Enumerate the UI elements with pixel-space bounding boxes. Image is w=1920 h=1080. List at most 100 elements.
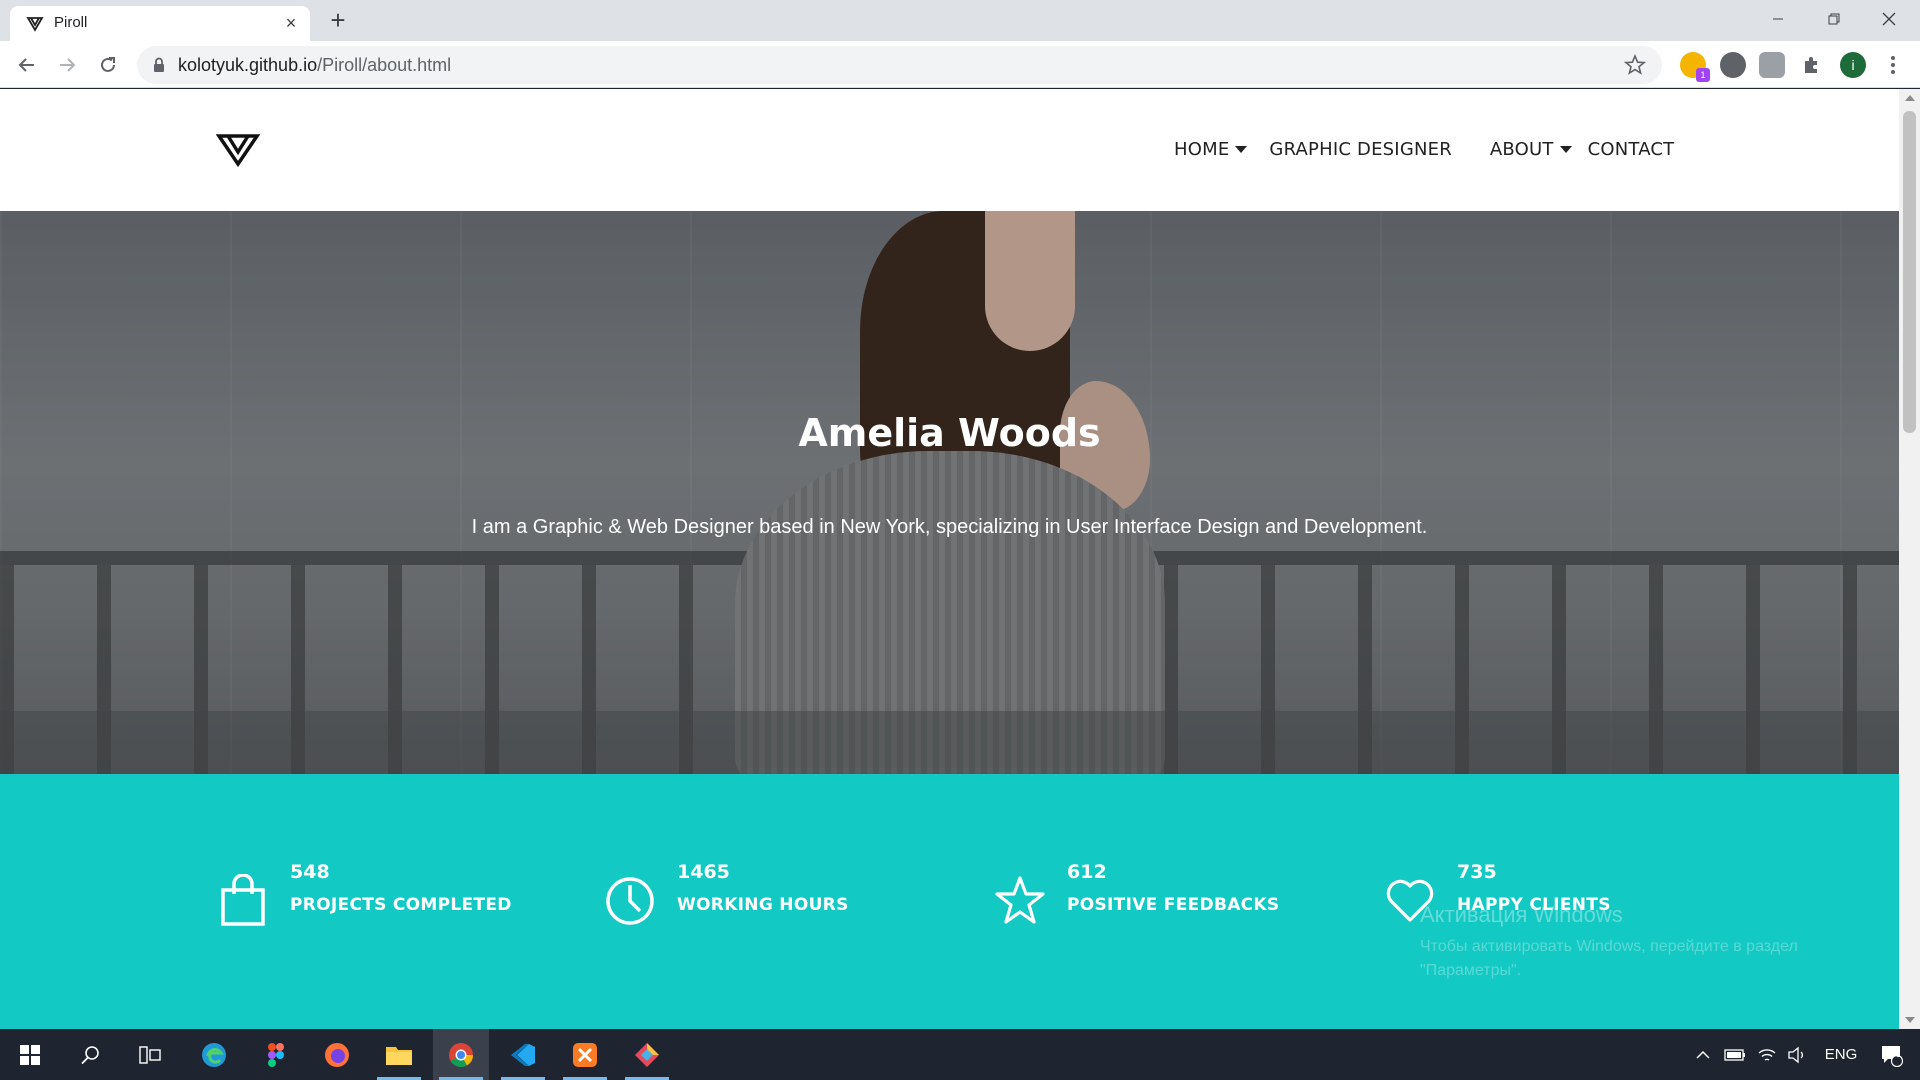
new-tab-button[interactable]: +: [325, 7, 351, 34]
profile-avatar[interactable]: i: [1840, 52, 1866, 78]
arrow-right-icon: [60, 58, 76, 72]
notification-count: 1: [1896, 1049, 1902, 1060]
shopping-bag-icon: [221, 874, 265, 926]
task-view-icon: [139, 1045, 161, 1064]
nav-home-label: HOME: [1174, 139, 1230, 160]
hero-overlay: [0, 211, 1899, 774]
url-text: kolotyuk.github.io/Piroll/about.html: [178, 55, 451, 76]
tray-overflow-button[interactable]: [1690, 1029, 1716, 1080]
page-viewport: HOME GRAPHIC DESIGNER ABOUT CONTACT Amel…: [0, 89, 1899, 1029]
scroll-thumb[interactable]: [1903, 111, 1916, 433]
nav-about[interactable]: ABOUT: [1490, 139, 1572, 160]
chrome-icon: [449, 1042, 473, 1067]
windows-logo-icon: [20, 1044, 40, 1065]
extension-badge: 1: [1696, 68, 1710, 82]
extensions-puzzle-icon[interactable]: [1799, 52, 1825, 78]
tray-volume[interactable]: [1782, 1029, 1812, 1080]
scroll-up-icon[interactable]: [1905, 95, 1915, 101]
nav-contact[interactable]: CONTACT: [1588, 139, 1675, 160]
url-host: kolotyuk.github.io: [178, 55, 318, 75]
reload-button[interactable]: [94, 51, 122, 79]
forward-button[interactable]: [53, 51, 81, 79]
figma-icon: [268, 1042, 284, 1067]
stat-value: 1465: [677, 861, 730, 883]
window-restore-button[interactable]: [1811, 0, 1857, 38]
piroll-favicon-icon: [26, 17, 44, 32]
taskbar-file-explorer[interactable]: [371, 1029, 427, 1080]
stat-label: PROJECTS COMPLETED: [290, 895, 512, 915]
window-minimize-button[interactable]: [1755, 0, 1801, 38]
windows-activation-line: "Параметры".: [1420, 962, 1522, 979]
taskbar-figma[interactable]: [248, 1029, 304, 1080]
lock-icon[interactable]: [153, 57, 165, 73]
task-view-button[interactable]: [122, 1029, 178, 1080]
volume-icon: [1788, 1046, 1803, 1063]
taskbar-search-button[interactable]: [62, 1029, 118, 1080]
site-logo-icon[interactable]: [216, 133, 260, 167]
tray-language[interactable]: ENG: [1816, 1029, 1866, 1080]
edge-browser-icon: [202, 1042, 226, 1067]
close-icon: [1882, 12, 1896, 26]
extension-cookie-icon[interactable]: 1: [1680, 52, 1710, 82]
taskbar-edge[interactable]: [186, 1029, 242, 1080]
wifi-icon: [1758, 1048, 1776, 1061]
back-button[interactable]: [13, 51, 41, 79]
search-icon: [81, 1045, 99, 1064]
arrow-left-icon: [18, 58, 34, 72]
tray-network[interactable]: [1752, 1029, 1782, 1080]
tray-battery[interactable]: [1720, 1029, 1750, 1080]
stat-label: POSITIVE FEEDBACKS: [1067, 895, 1280, 915]
caret-down-icon: [1559, 146, 1572, 153]
nav-home[interactable]: HOME: [1174, 139, 1248, 160]
main-navigation: HOME GRAPHIC DESIGNER ABOUT CONTACT: [1174, 139, 1674, 160]
vscode-icon: [511, 1043, 535, 1066]
nav-graphic-designer[interactable]: GRAPHIC DESIGNER: [1269, 139, 1452, 160]
restore-icon: [1828, 13, 1840, 25]
hero-section: Amelia Woods I am a Graphic & Web Design…: [0, 211, 1899, 774]
windows-activation-line: Чтобы активировать Windows, перейдите в …: [1420, 938, 1798, 955]
browser-tabstrip: Piroll × +: [0, 0, 1920, 41]
nav-about-label: ABOUT: [1489, 139, 1554, 160]
puzzle-icon: [1805, 57, 1817, 73]
windows-activation-text: Чтобы активировать Windows, перейдите в …: [1420, 935, 1798, 983]
scroll-down-icon[interactable]: [1905, 1017, 1915, 1023]
window-close-button[interactable]: [1866, 0, 1912, 38]
star-icon: [995, 876, 1045, 924]
browser-toolbar: kolotyuk.github.io/Piroll/about.html 1 i: [0, 41, 1920, 88]
caret-down-icon: [1235, 146, 1248, 153]
bookmark-star-icon[interactable]: [1624, 54, 1646, 76]
taskbar-xampp[interactable]: [557, 1029, 613, 1080]
address-bar[interactable]: kolotyuk.github.io/Piroll/about.html: [137, 46, 1662, 84]
extension-square-icon[interactable]: [1759, 52, 1785, 78]
tab-title: Piroll: [54, 14, 88, 31]
site-header: HOME GRAPHIC DESIGNER ABOUT CONTACT: [0, 89, 1899, 211]
windows-activation-title: Активация Windows: [1420, 902, 1623, 927]
tab-close-icon[interactable]: ×: [282, 14, 300, 32]
firefox-icon: [325, 1042, 349, 1067]
chevron-up-icon: [1696, 1050, 1710, 1059]
hero-subtitle: I am a Graphic & Web Designer based in N…: [471, 516, 1428, 538]
taskbar-vscode[interactable]: [495, 1029, 551, 1080]
battery-icon: [1724, 1048, 1745, 1061]
extension-circle-icon[interactable]: [1720, 52, 1746, 78]
browser-tab-active[interactable]: Piroll ×: [10, 6, 310, 41]
start-button[interactable]: [2, 1029, 58, 1080]
xampp-icon: [573, 1042, 597, 1067]
stat-value: 548: [290, 861, 330, 883]
folder-icon: [386, 1046, 412, 1065]
page-scrollbar[interactable]: [1899, 89, 1920, 1029]
stat-value: 735: [1457, 861, 1497, 883]
taskbar-chrome[interactable]: [433, 1029, 489, 1080]
diamond-app-icon: [635, 1042, 659, 1067]
action-center-button[interactable]: 1: [1868, 1029, 1914, 1080]
reload-icon: [101, 57, 115, 72]
minimize-icon: [1773, 18, 1783, 20]
url-path: /Piroll/about.html: [317, 55, 452, 75]
stat-value: 612: [1067, 861, 1107, 883]
stat-label: WORKING HOURS: [677, 895, 849, 915]
clock-icon: [606, 877, 654, 925]
hero-title: Amelia Woods: [798, 411, 1101, 455]
taskbar-firefox[interactable]: [309, 1029, 365, 1080]
taskbar-app-diamond[interactable]: [619, 1029, 675, 1080]
more-menu-icon[interactable]: [1883, 54, 1903, 76]
